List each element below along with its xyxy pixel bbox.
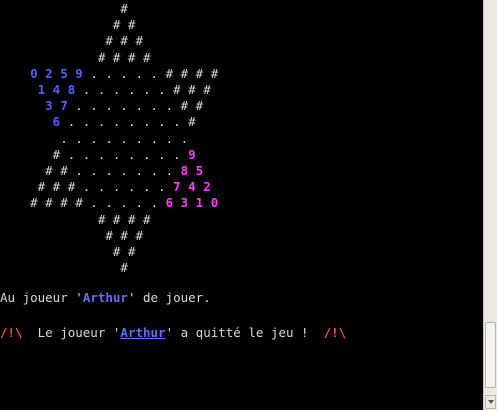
- player-pieces: 6 3 1 0: [165, 195, 219, 211]
- quit-message: /!\ Le joueur 'Arthur' a quitté le jeu !…: [0, 326, 346, 340]
- board-row: # # # # . . . . . 6 3 1 0: [0, 196, 218, 210]
- board-cells: . . . . . # # # #: [82, 65, 219, 81]
- exit-message: Exit du jeu car il ne reste plus assez d…: [0, 376, 399, 391]
- vertical-scrollbar[interactable]: [483, 0, 497, 410]
- board-cells: # #: [0, 17, 136, 33]
- player-pieces: 7 4 2: [173, 179, 211, 195]
- board-row: # # # #: [0, 49, 151, 65]
- board-row: # #: [0, 244, 136, 259]
- board-cells: # . . . . . . . .: [0, 146, 189, 162]
- board-row: # # #: [0, 227, 143, 243]
- board-cells: #: [0, 260, 128, 276]
- scroll-down-arrow-icon[interactable]: [485, 395, 496, 409]
- board-row: 6 . . . . . . . . #: [0, 115, 196, 129]
- board-cells: #: [0, 1, 128, 16]
- board-row: #: [0, 261, 128, 275]
- board-row: # # # . . . . . . 7 4 2: [0, 180, 211, 194]
- board-cells: # # # . . . . . .: [0, 179, 174, 195]
- quit-message-prefix: Le joueur ': [22, 325, 121, 340]
- player-pieces: 3 7: [0, 98, 68, 114]
- board-cells: . . . . . . . . .: [0, 130, 189, 146]
- board-row: # #: [0, 17, 136, 33]
- player-name-link[interactable]: Arthur: [120, 325, 165, 340]
- terminal-console: # # # # # # # # # # 0 2 5 9 . . . . . # …: [0, 0, 483, 410]
- warning-icon: /!\: [0, 325, 23, 340]
- board-cells: . . . . . . . . #: [60, 114, 196, 130]
- scrollbar-thumb[interactable]: [485, 322, 496, 388]
- board-row: # . . . . . . . . 9: [0, 146, 196, 162]
- board-cells: # #: [0, 244, 136, 259]
- board-row: # # # #: [0, 211, 151, 227]
- quit-message-suffix: ' a quitté le jeu !: [165, 325, 324, 340]
- board-row: # # . . . . . . . 8 5: [0, 164, 203, 178]
- board-cells: # # # #: [0, 211, 151, 227]
- board-row: 0 2 5 9 . . . . . # # # #: [0, 65, 219, 81]
- player-pieces: 9: [188, 146, 196, 162]
- player-pieces: 1 4 8: [0, 82, 76, 97]
- board-cells: . . . . . . # # #: [75, 82, 211, 97]
- turn-message: Au joueur 'Arthur' de jouer.: [0, 291, 211, 305]
- player-pieces: 8 5: [180, 163, 204, 178]
- player-name: Arthur: [82, 290, 128, 305]
- board-row: 1 4 8 . . . . . . # # #: [0, 83, 211, 97]
- board-cells: # # #: [0, 227, 143, 243]
- board-row: 3 7 . . . . . . . # #: [0, 99, 203, 113]
- player-pieces: 0 2 5 9: [0, 65, 83, 81]
- board-cells: # # #: [0, 33, 143, 49]
- board-cells: . . . . . . . # #: [67, 98, 204, 114]
- board-row: # # #: [0, 34, 143, 48]
- board-cells: # # # # . . . . .: [0, 195, 166, 211]
- turn-message-prefix: Au joueur ': [0, 290, 83, 305]
- turn-message-suffix: ' de jouer.: [127, 290, 211, 305]
- board-row: #: [0, 2, 128, 16]
- warning-icon: /!\: [323, 325, 347, 340]
- player-pieces: 6: [0, 114, 61, 130]
- board-cells: # # # #: [0, 49, 151, 65]
- board-cells: # # . . . . . . .: [0, 163, 181, 178]
- board-row: . . . . . . . . .: [0, 130, 189, 146]
